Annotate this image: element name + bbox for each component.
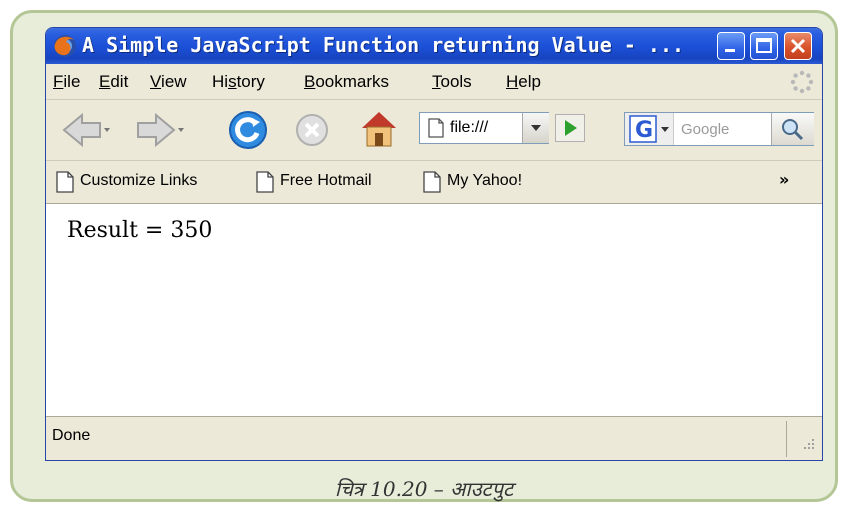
window-title: A Simple JavaScript Function returning V… xyxy=(82,33,685,57)
maximize-icon xyxy=(756,38,772,53)
page-content: Result = 350 xyxy=(46,204,822,417)
result-text: Result = 350 xyxy=(67,218,213,243)
page-icon xyxy=(423,171,441,193)
google-g-icon: G xyxy=(629,115,669,143)
bookmarks-toolbar: Customize Links Free Hotmail My Yahoo! » xyxy=(46,161,822,204)
status-divider xyxy=(786,421,787,457)
url-text: file:/// xyxy=(450,119,489,136)
bookmark-customize-links[interactable]: Customize Links xyxy=(56,171,197,193)
bookmark-label: My Yahoo! xyxy=(447,172,523,189)
menu-file[interactable]: File xyxy=(53,72,80,92)
stop-icon[interactable] xyxy=(294,112,330,148)
menu-view[interactable]: View xyxy=(150,72,187,92)
search-engine-selector[interactable]: G xyxy=(625,113,674,145)
resize-grip-icon[interactable] xyxy=(800,437,816,453)
page-icon xyxy=(256,171,274,193)
menu-bar: File Edit View History Bookmarks Tools H… xyxy=(46,64,822,100)
bookmark-free-hotmail[interactable]: Free Hotmail xyxy=(256,171,372,193)
back-arrow-icon[interactable] xyxy=(60,112,112,148)
magnifier-icon xyxy=(782,119,804,141)
dropdown-arrow-icon xyxy=(531,125,541,131)
status-text: Done xyxy=(52,427,91,444)
browser-window: A Simple JavaScript Function returning V… xyxy=(45,27,823,461)
title-bar[interactable]: A Simple JavaScript Function returning V… xyxy=(46,28,822,64)
figure-caption: चित्र 10.20 – आउटपुट xyxy=(334,477,514,501)
bookmark-label: Customize Links xyxy=(80,172,198,189)
go-arrow-icon[interactable] xyxy=(555,114,585,142)
menu-bookmarks[interactable]: Bookmarks xyxy=(304,72,389,92)
maximize-button[interactable] xyxy=(750,32,778,60)
home-icon[interactable] xyxy=(358,108,400,148)
search-box[interactable]: G Google xyxy=(624,112,814,146)
firefox-icon xyxy=(54,35,76,57)
menu-help[interactable]: Help xyxy=(506,72,541,92)
page-icon xyxy=(428,118,444,138)
page-icon xyxy=(56,171,74,193)
throbber-icon xyxy=(790,70,814,94)
bookmarks-overflow-chevron[interactable]: » xyxy=(779,170,789,189)
minimize-icon xyxy=(725,49,735,52)
forward-arrow-icon[interactable] xyxy=(134,112,186,148)
menu-tools[interactable]: Tools xyxy=(432,72,472,92)
menu-history[interactable]: History xyxy=(212,72,265,92)
menu-edit[interactable]: Edit xyxy=(99,72,128,92)
close-button[interactable] xyxy=(784,32,812,60)
search-button[interactable] xyxy=(771,113,814,145)
status-bar: Done xyxy=(46,417,822,460)
address-bar[interactable]: file:/// xyxy=(419,112,549,144)
navigation-toolbar: file:/// G Google xyxy=(46,100,822,161)
search-engine-letter: G xyxy=(635,118,653,143)
reload-icon[interactable] xyxy=(228,110,268,150)
search-input[interactable]: Google xyxy=(681,121,729,138)
minimize-button[interactable] xyxy=(717,32,745,60)
bookmark-label: Free Hotmail xyxy=(280,172,372,189)
bookmark-my-yahoo[interactable]: My Yahoo! xyxy=(423,171,522,193)
url-history-dropdown[interactable] xyxy=(522,113,549,143)
close-icon xyxy=(790,38,806,54)
